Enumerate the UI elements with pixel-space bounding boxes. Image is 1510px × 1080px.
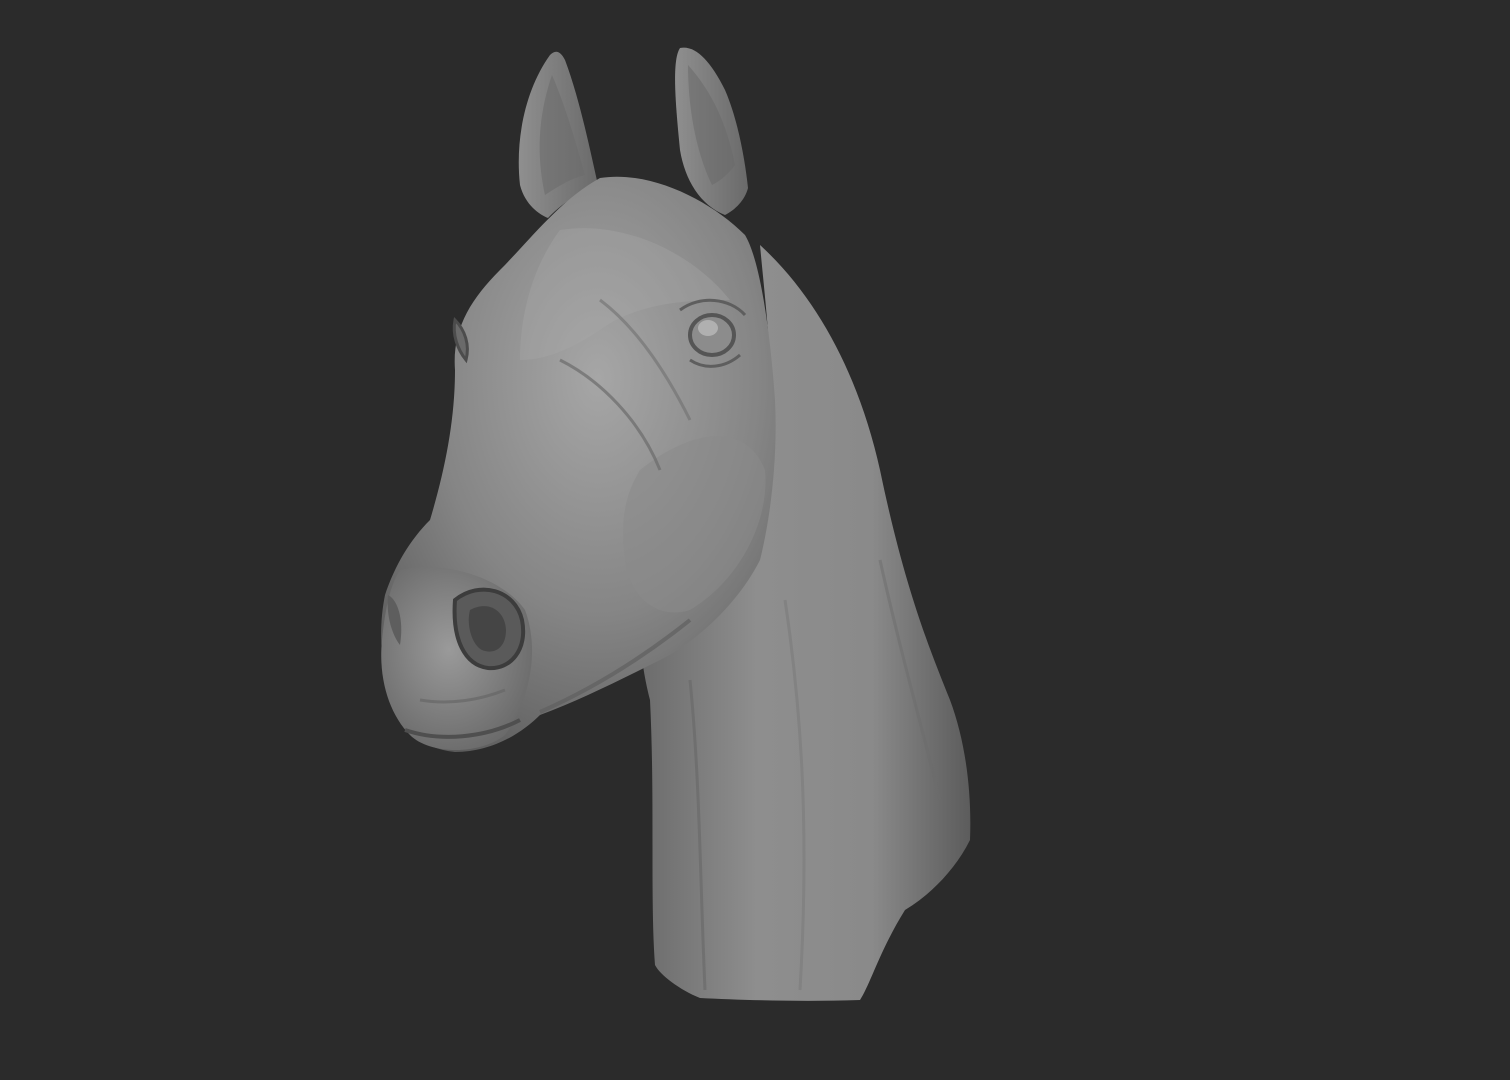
horse-head-sculpt bbox=[381, 47, 971, 1001]
3d-viewport[interactable] bbox=[0, 0, 1510, 1080]
right-eye-highlight bbox=[698, 320, 718, 336]
